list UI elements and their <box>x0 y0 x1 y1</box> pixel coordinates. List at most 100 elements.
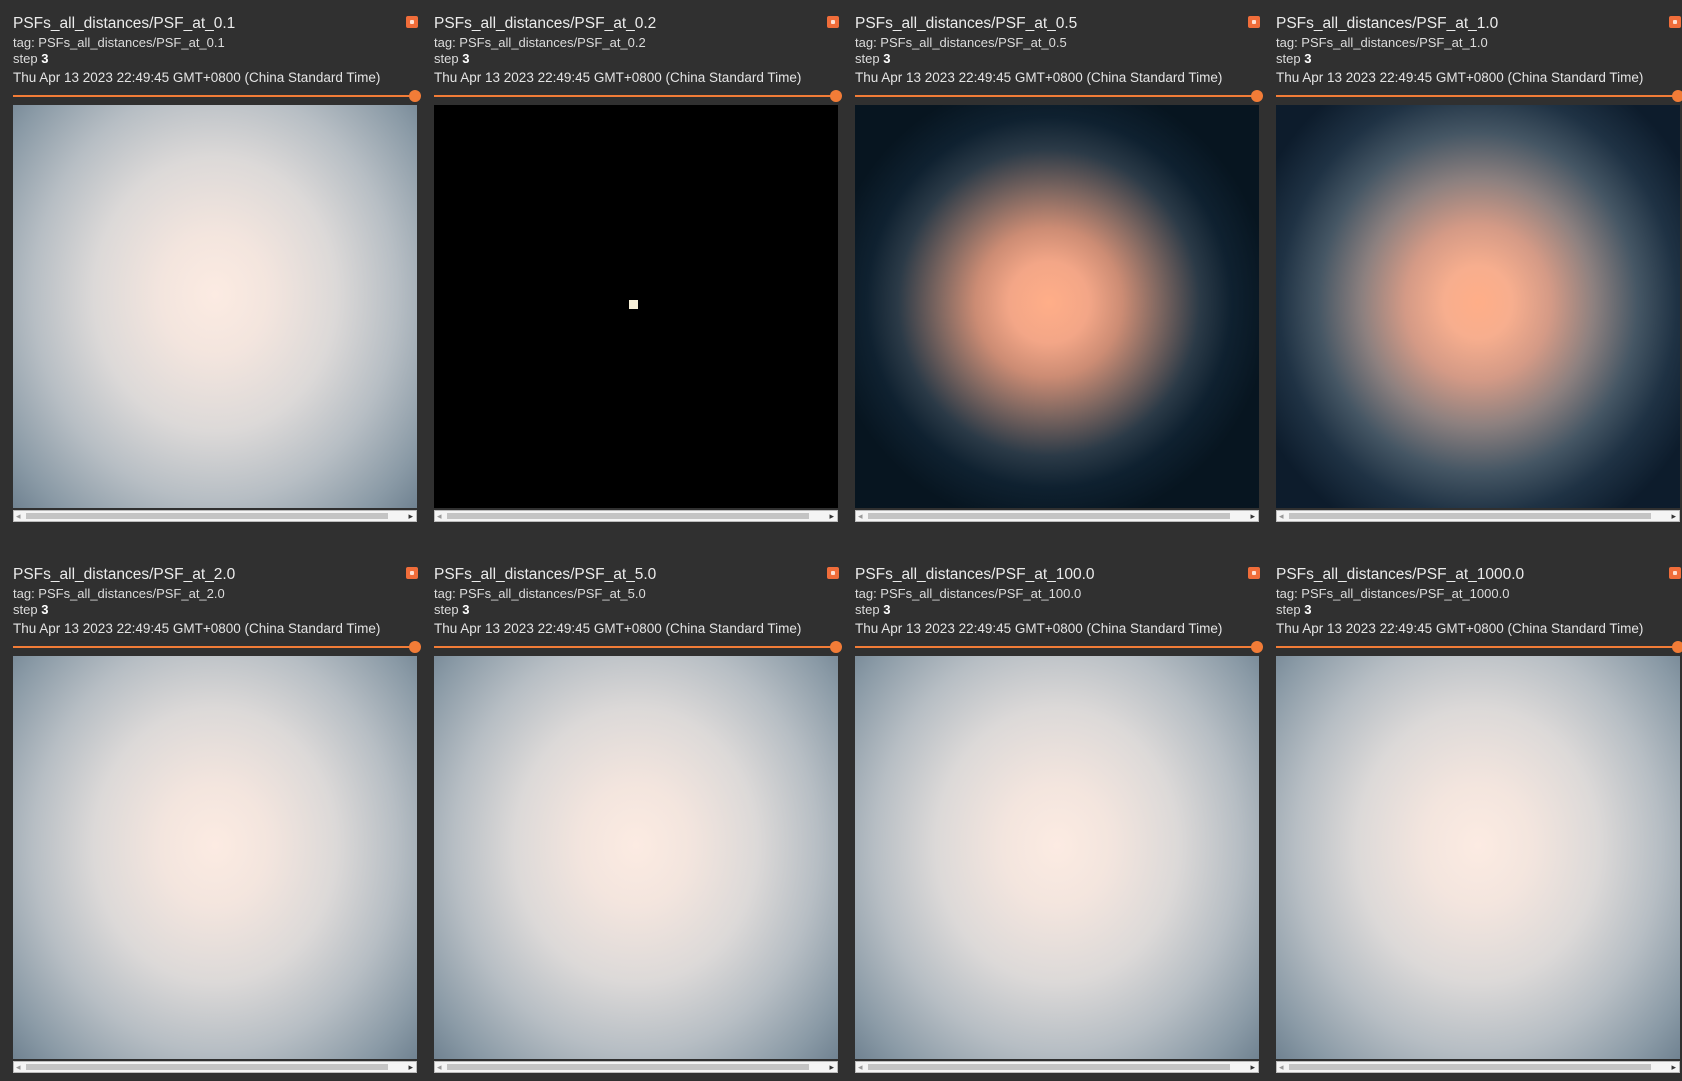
slider-track <box>855 95 1259 97</box>
chevron-left-icon[interactable]: ◂ <box>1279 1062 1284 1072</box>
card-tag: tag: PSFs_all_distances/PSF_at_0.5 <box>855 35 1067 50</box>
horizontal-scrollbar[interactable]: ◂ ▸ <box>1276 510 1680 522</box>
psf-image <box>1276 105 1680 508</box>
scrollbar-thumb[interactable] <box>868 513 1230 519</box>
card-step: step 3 <box>855 51 891 66</box>
slider-track <box>855 646 1259 648</box>
step-slider[interactable] <box>855 641 1263 653</box>
image-card-psf-0.1: PSFs_all_distances/PSF_at_0.1 tag: PSFs_… <box>13 0 421 530</box>
expand-icon[interactable] <box>1669 567 1681 579</box>
card-tag: tag: PSFs_all_distances/PSF_at_2.0 <box>13 586 225 601</box>
step-slider[interactable] <box>13 90 421 102</box>
card-title: PSFs_all_distances/PSF_at_1.0 <box>1276 15 1499 32</box>
slider-thumb[interactable] <box>1251 90 1263 102</box>
card-tag: tag: PSFs_all_distances/PSF_at_0.1 <box>13 35 225 50</box>
slider-track <box>13 95 417 97</box>
chevron-right-icon[interactable]: ▸ <box>829 1062 834 1072</box>
horizontal-scrollbar[interactable]: ◂ ▸ <box>855 1061 1259 1073</box>
chevron-right-icon[interactable]: ▸ <box>1671 511 1676 521</box>
horizontal-scrollbar[interactable]: ◂ ▸ <box>13 1061 417 1073</box>
card-title: PSFs_all_distances/PSF_at_0.2 <box>434 15 657 32</box>
chevron-left-icon[interactable]: ◂ <box>437 1062 442 1072</box>
chevron-left-icon[interactable]: ◂ <box>16 1062 21 1072</box>
chevron-left-icon[interactable]: ◂ <box>1279 511 1284 521</box>
image-card-psf-2.0: PSFs_all_distances/PSF_at_2.0 tag: PSFs_… <box>13 551 421 1081</box>
image-card-psf-100.0: PSFs_all_distances/PSF_at_100.0 tag: PSF… <box>855 551 1263 1081</box>
slider-track <box>13 646 417 648</box>
expand-icon[interactable] <box>1248 567 1260 579</box>
card-timestamp: Thu Apr 13 2023 22:49:45 GMT+0800 (China… <box>1276 621 1644 636</box>
chevron-left-icon[interactable]: ◂ <box>16 511 21 521</box>
slider-thumb[interactable] <box>1672 90 1682 102</box>
chevron-left-icon[interactable]: ◂ <box>437 511 442 521</box>
slider-thumb[interactable] <box>1251 641 1263 653</box>
chevron-right-icon[interactable]: ▸ <box>1671 1062 1676 1072</box>
scrollbar-thumb[interactable] <box>26 1064 388 1070</box>
image-card-psf-1000.0: PSFs_all_distances/PSF_at_1000.0 tag: PS… <box>1276 551 1682 1081</box>
card-timestamp: Thu Apr 13 2023 22:49:45 GMT+0800 (China… <box>1276 70 1644 85</box>
psf-image <box>1276 656 1680 1059</box>
card-tag: tag: PSFs_all_distances/PSF_at_5.0 <box>434 586 646 601</box>
slider-thumb[interactable] <box>409 90 421 102</box>
chevron-right-icon[interactable]: ▸ <box>1250 1062 1255 1072</box>
card-step: step 3 <box>13 51 49 66</box>
step-slider[interactable] <box>434 90 842 102</box>
card-timestamp: Thu Apr 13 2023 22:49:45 GMT+0800 (China… <box>434 621 802 636</box>
slider-thumb[interactable] <box>830 90 842 102</box>
card-step: step 3 <box>434 51 470 66</box>
chevron-right-icon[interactable]: ▸ <box>408 511 413 521</box>
card-title: PSFs_all_distances/PSF_at_100.0 <box>855 566 1095 583</box>
psf-image <box>434 105 838 508</box>
card-timestamp: Thu Apr 13 2023 22:49:45 GMT+0800 (China… <box>855 621 1223 636</box>
slider-thumb[interactable] <box>1672 641 1682 653</box>
card-step: step 3 <box>1276 51 1312 66</box>
scrollbar-thumb[interactable] <box>1289 1064 1651 1070</box>
card-title: PSFs_all_distances/PSF_at_5.0 <box>434 566 657 583</box>
chevron-right-icon[interactable]: ▸ <box>408 1062 413 1072</box>
image-card-psf-0.2: PSFs_all_distances/PSF_at_0.2 tag: PSFs_… <box>434 0 842 530</box>
chevron-left-icon[interactable]: ◂ <box>858 511 863 521</box>
card-step: step 3 <box>855 602 891 617</box>
step-slider[interactable] <box>855 90 1263 102</box>
scrollbar-thumb[interactable] <box>868 1064 1230 1070</box>
step-slider[interactable] <box>1276 641 1682 653</box>
psf-image <box>434 656 838 1059</box>
scrollbar-thumb[interactable] <box>447 513 809 519</box>
slider-thumb[interactable] <box>409 641 421 653</box>
chevron-right-icon[interactable]: ▸ <box>829 511 834 521</box>
expand-icon[interactable] <box>1669 16 1681 28</box>
card-title: PSFs_all_distances/PSF_at_0.1 <box>13 15 236 32</box>
slider-track <box>1276 95 1680 97</box>
step-slider[interactable] <box>434 641 842 653</box>
slider-track <box>434 646 838 648</box>
horizontal-scrollbar[interactable]: ◂ ▸ <box>434 510 838 522</box>
card-tag: tag: PSFs_all_distances/PSF_at_1000.0 <box>1276 586 1510 601</box>
psf-image <box>13 105 417 508</box>
horizontal-scrollbar[interactable]: ◂ ▸ <box>434 1061 838 1073</box>
scrollbar-thumb[interactable] <box>447 1064 809 1070</box>
card-title: PSFs_all_distances/PSF_at_1000.0 <box>1276 566 1525 583</box>
expand-icon[interactable] <box>827 16 839 28</box>
step-slider[interactable] <box>13 641 421 653</box>
psf-image <box>855 656 1259 1059</box>
expand-icon[interactable] <box>406 567 418 579</box>
horizontal-scrollbar[interactable]: ◂ ▸ <box>855 510 1259 522</box>
chevron-right-icon[interactable]: ▸ <box>1250 511 1255 521</box>
expand-icon[interactable] <box>1248 16 1260 28</box>
card-tag: tag: PSFs_all_distances/PSF_at_1.0 <box>1276 35 1488 50</box>
card-timestamp: Thu Apr 13 2023 22:49:45 GMT+0800 (China… <box>13 621 381 636</box>
scrollbar-thumb[interactable] <box>26 513 388 519</box>
card-title: PSFs_all_distances/PSF_at_0.5 <box>855 15 1078 32</box>
card-step: step 3 <box>434 602 470 617</box>
psf-point-dot <box>629 300 638 309</box>
scrollbar-thumb[interactable] <box>1289 513 1651 519</box>
horizontal-scrollbar[interactable]: ◂ ▸ <box>13 510 417 522</box>
horizontal-scrollbar[interactable]: ◂ ▸ <box>1276 1061 1680 1073</box>
expand-icon[interactable] <box>406 16 418 28</box>
slider-thumb[interactable] <box>830 641 842 653</box>
step-slider[interactable] <box>1276 90 1682 102</box>
card-timestamp: Thu Apr 13 2023 22:49:45 GMT+0800 (China… <box>855 70 1223 85</box>
expand-icon[interactable] <box>827 567 839 579</box>
chevron-left-icon[interactable]: ◂ <box>858 1062 863 1072</box>
card-step: step 3 <box>1276 602 1312 617</box>
